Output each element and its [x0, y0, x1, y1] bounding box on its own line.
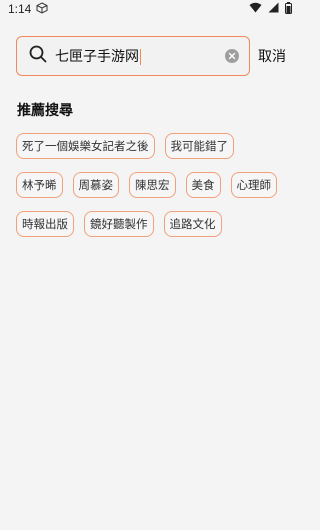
- recommend-tag[interactable]: 我可能錯了: [164, 133, 234, 159]
- clear-circle-icon[interactable]: [225, 49, 239, 63]
- search-bar: 七匣子手游网 取消: [16, 34, 292, 78]
- search-icon: [29, 45, 47, 67]
- recommend-tag[interactable]: 林予晞: [16, 172, 63, 198]
- recommend-tag[interactable]: 心理師: [230, 172, 277, 198]
- recommend-tag[interactable]: 周慕姿: [72, 172, 119, 198]
- battery-icon: [285, 1, 292, 17]
- cancel-button[interactable]: 取消: [258, 46, 286, 66]
- status-bar: 1:14: [0, 0, 300, 18]
- recommend-tag[interactable]: 死了一個娛樂女記者之後: [16, 133, 155, 159]
- recommend-tag[interactable]: 陳思宏: [129, 172, 176, 198]
- recommend-tag[interactable]: 追路文化: [163, 211, 222, 237]
- box-icon: [36, 1, 48, 17]
- wifi-icon: [249, 2, 262, 16]
- search-input[interactable]: 七匣子手游网: [16, 36, 250, 76]
- recommend-tag[interactable]: 美食: [185, 172, 221, 198]
- signal-icon: [268, 2, 279, 16]
- recommend-tag-list: 死了一個娛樂女記者之後 我可能錯了 林予晞 周慕姿 陳思宏 美食 心理師 時報出…: [16, 133, 284, 237]
- recommend-tag[interactable]: 時報出版: [16, 211, 74, 237]
- search-input-text[interactable]: 七匣子手游网: [55, 46, 225, 66]
- search-value: 七匣子手游网: [55, 49, 139, 65]
- section-title-recommend: 推薦搜尋: [17, 103, 73, 119]
- text-caret: [140, 49, 141, 65]
- recommend-tag[interactable]: 鏡好聽製作: [84, 211, 154, 237]
- status-time: 1:14: [8, 2, 32, 16]
